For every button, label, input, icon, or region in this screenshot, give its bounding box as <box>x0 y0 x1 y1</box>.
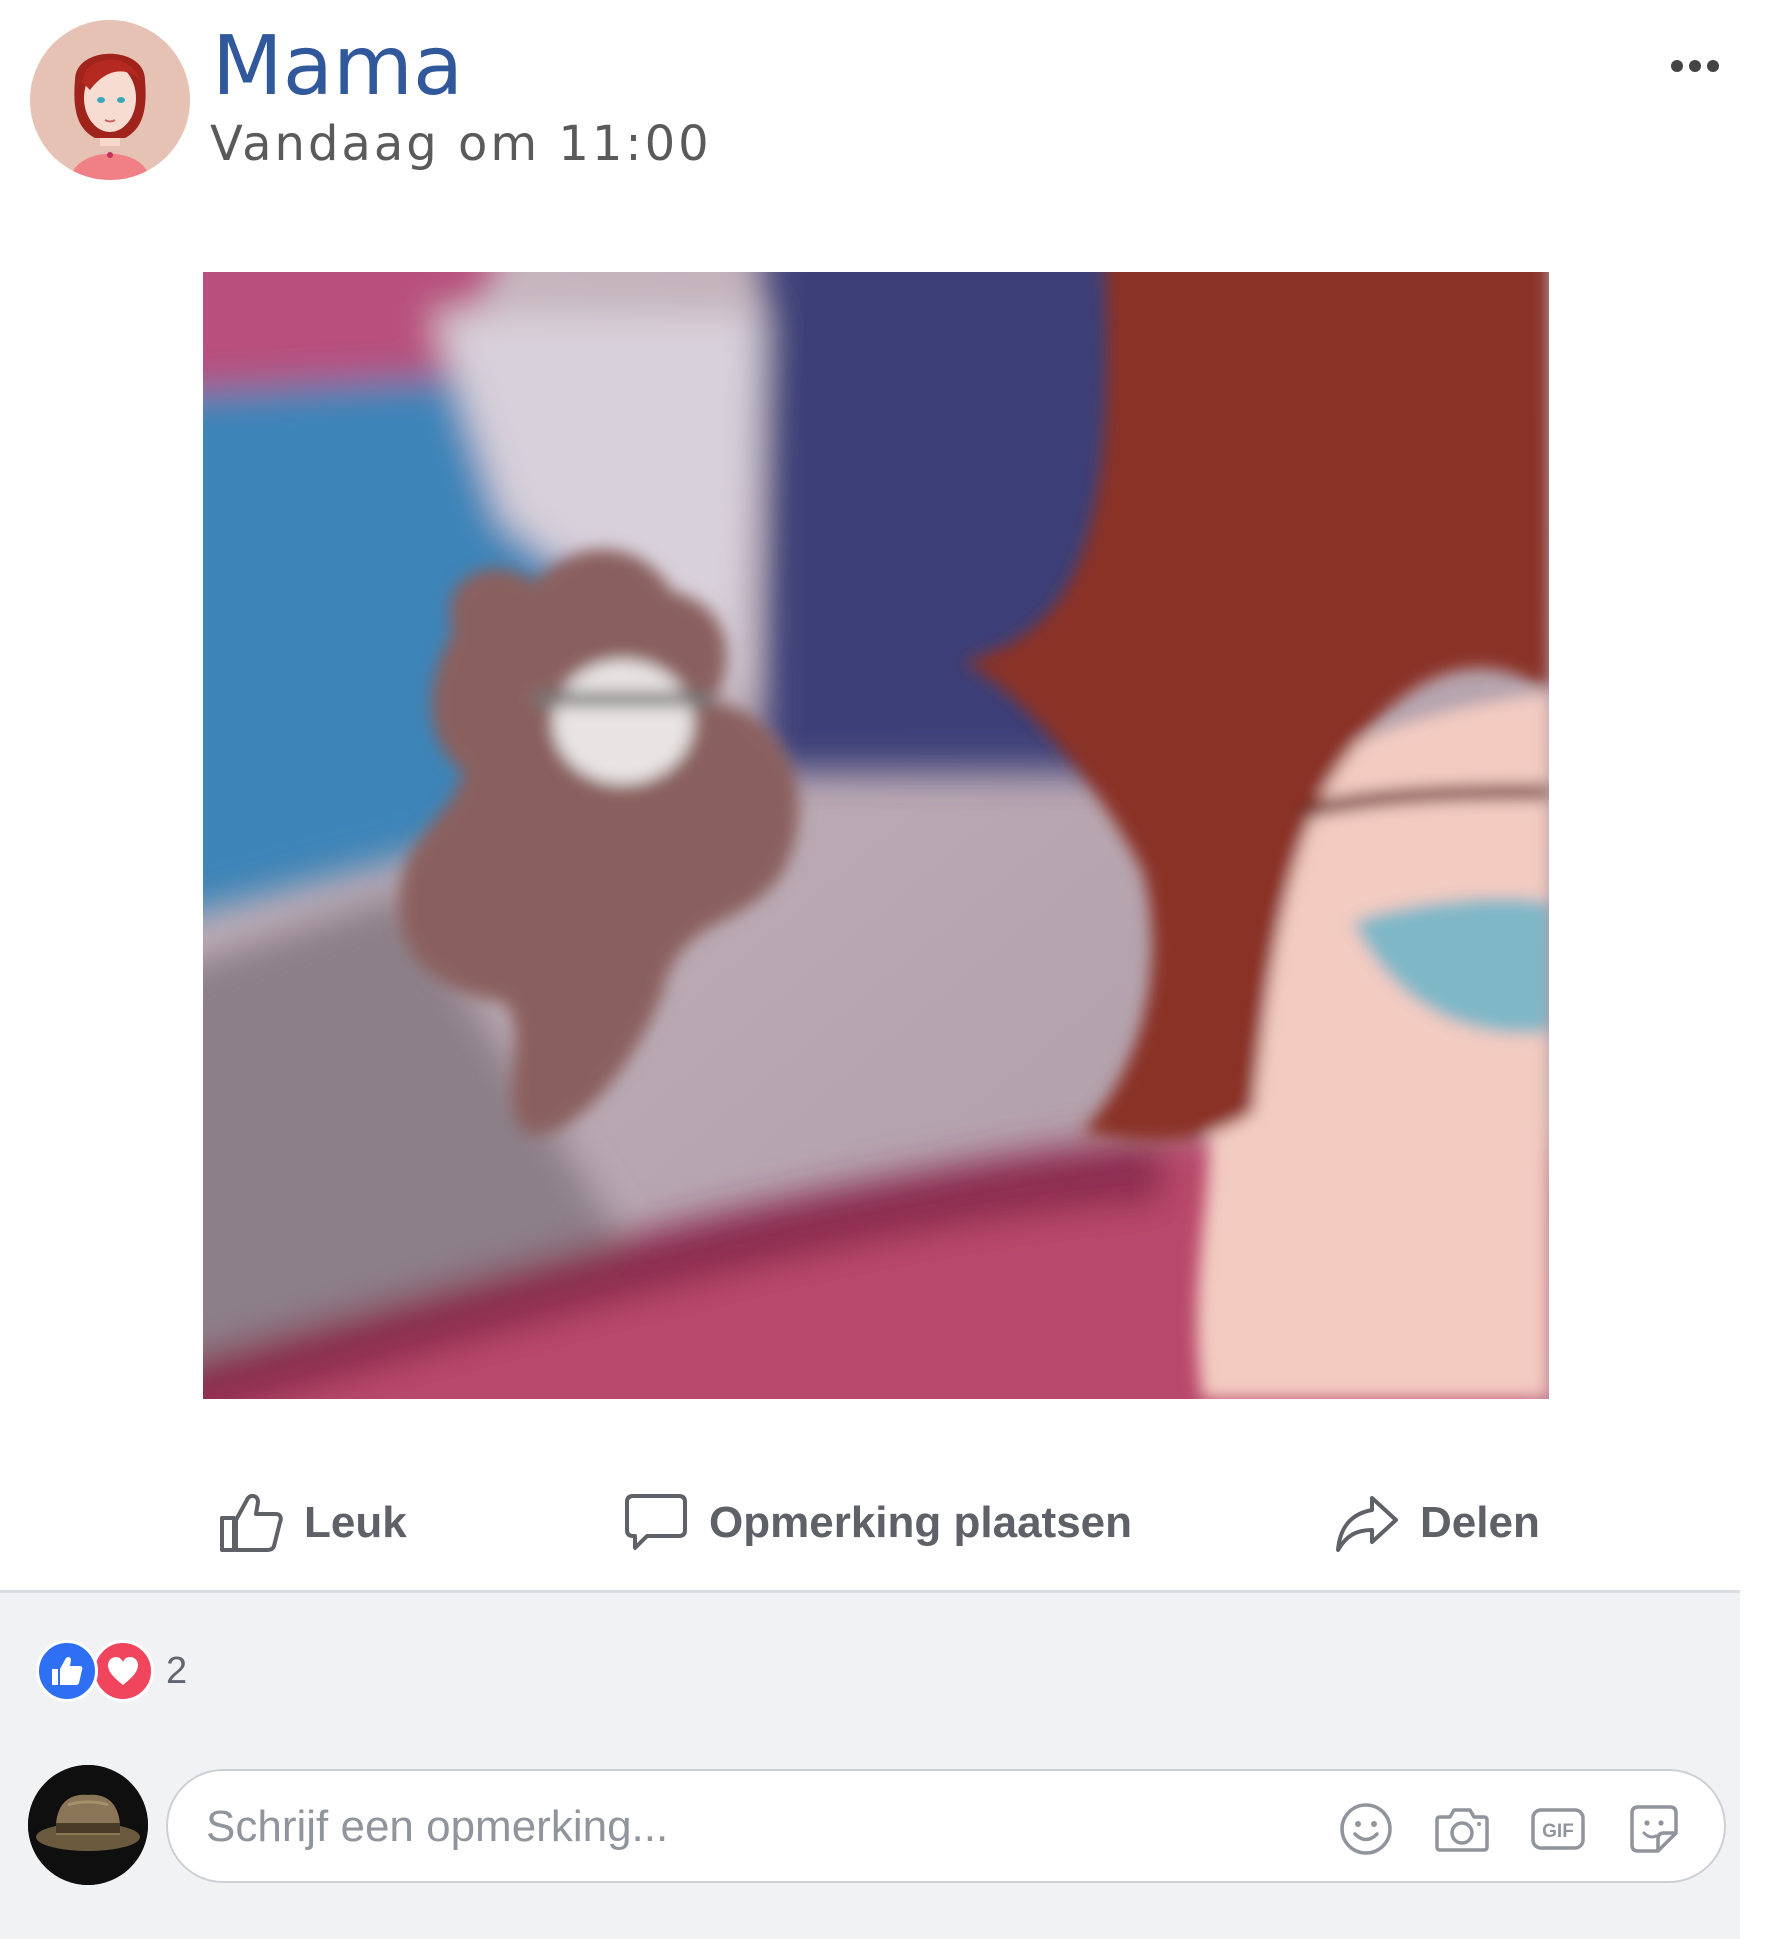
reaction-count: 2 <box>166 1649 188 1692</box>
svg-text:GIF: GIF <box>1542 1821 1574 1842</box>
comment-composer: GIF <box>166 1769 1726 1883</box>
share-button[interactable]: Delen <box>1334 1478 1540 1568</box>
facebook-post: Mama Vandaag om 11:00 Leuk Opmerking pla… <box>0 0 1740 1939</box>
comment-button[interactable]: Opmerking plaatsen <box>623 1478 1132 1568</box>
share-arrow-icon <box>1336 1496 1398 1552</box>
post-image[interactable] <box>203 272 1549 1399</box>
post-footer: 2 Schrijf een opmerking... GIF <box>0 1590 1740 1939</box>
author-avatar[interactable] <box>30 20 190 180</box>
comment-input[interactable] <box>204 1771 1258 1883</box>
sticker-icon[interactable] <box>1626 1801 1682 1857</box>
share-label: Delen <box>1420 1498 1540 1547</box>
author-name[interactable]: Mama <box>212 26 463 108</box>
reaction-summary[interactable]: 2 <box>36 1640 188 1702</box>
post-timestamp[interactable]: Vandaag om 11:00 <box>210 120 712 168</box>
love-reaction-icon <box>92 1640 154 1702</box>
emoji-icon[interactable] <box>1338 1801 1394 1857</box>
thumbs-up-icon <box>220 1493 283 1552</box>
gif-icon[interactable]: GIF <box>1530 1801 1586 1857</box>
like-button[interactable]: Leuk <box>218 1478 407 1568</box>
current-user-avatar[interactable] <box>28 1765 148 1885</box>
more-options-icon[interactable] <box>1660 48 1730 84</box>
blurred-illustration <box>203 272 1549 1399</box>
camera-icon[interactable] <box>1434 1801 1490 1857</box>
comment-label: Opmerking plaatsen <box>709 1498 1133 1547</box>
like-label: Leuk <box>304 1498 407 1547</box>
fedora-hat-icon <box>28 1765 148 1885</box>
speech-bubble-icon <box>625 1494 687 1550</box>
like-reaction-icon <box>36 1640 98 1702</box>
woman-portrait-icon <box>30 20 190 180</box>
